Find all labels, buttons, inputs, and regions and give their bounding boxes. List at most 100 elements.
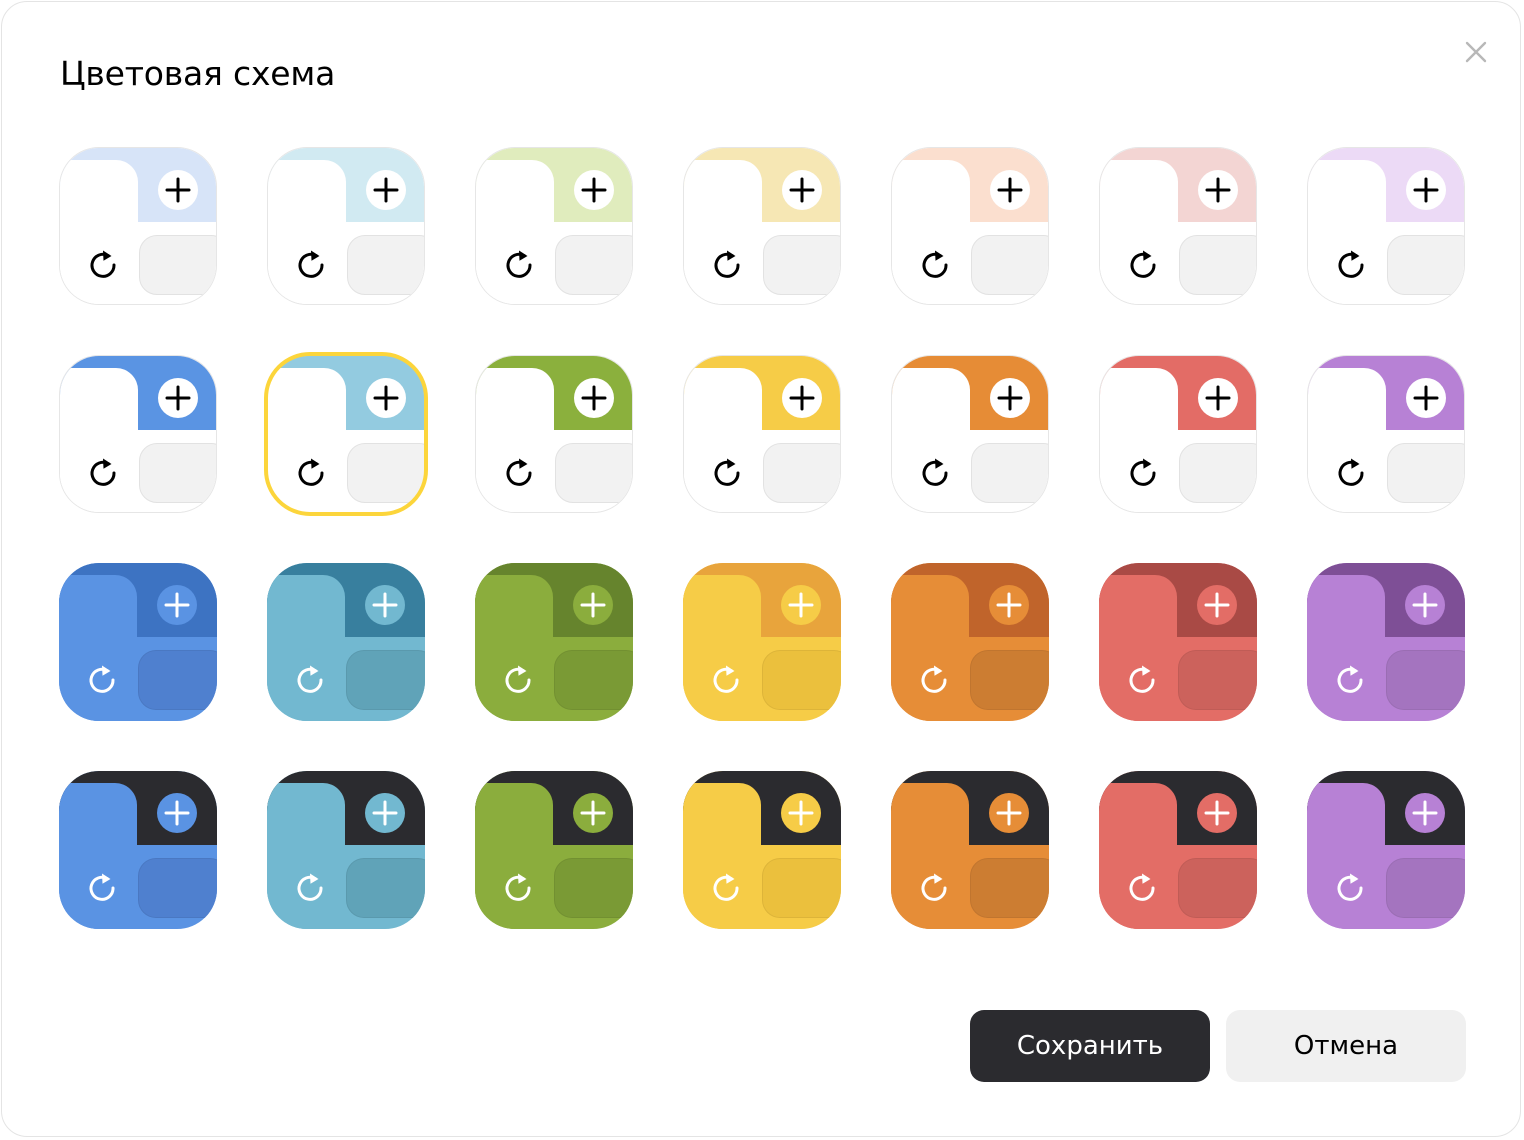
color-scheme-option-color-red[interactable] bbox=[1099, 563, 1257, 721]
plus-icon bbox=[574, 170, 614, 210]
refresh-icon bbox=[1333, 871, 1367, 905]
refresh-icon bbox=[501, 871, 535, 905]
color-scheme-option-pastel-orange[interactable] bbox=[891, 147, 1049, 305]
swatch-tile bbox=[970, 858, 1049, 918]
plus-icon bbox=[781, 585, 821, 625]
plus-icon bbox=[990, 170, 1030, 210]
swatch-tile bbox=[347, 443, 424, 503]
color-scheme-option-light-orange[interactable] bbox=[891, 355, 1049, 513]
color-scheme-option-dark-green[interactable] bbox=[475, 771, 633, 929]
color-scheme-option-dark-cyan[interactable] bbox=[267, 771, 425, 929]
refresh-icon bbox=[501, 663, 535, 697]
close-icon[interactable] bbox=[1460, 36, 1492, 68]
refresh-icon bbox=[502, 248, 536, 282]
plus-icon bbox=[1405, 585, 1445, 625]
color-scheme-option-color-yellow[interactable] bbox=[683, 563, 841, 721]
plus-icon bbox=[365, 793, 405, 833]
refresh-icon bbox=[293, 663, 327, 697]
plus-icon bbox=[782, 170, 822, 210]
refresh-icon bbox=[709, 663, 743, 697]
plus-icon bbox=[1405, 793, 1445, 833]
cancel-button[interactable]: Отмена bbox=[1226, 1010, 1466, 1082]
swatch-tile bbox=[763, 235, 840, 295]
swatch-main-area bbox=[1308, 160, 1386, 304]
swatch-main-area bbox=[683, 783, 761, 929]
color-scheme-option-dark-purple[interactable] bbox=[1307, 771, 1465, 929]
refresh-icon bbox=[85, 663, 119, 697]
swatch-main-area bbox=[1099, 783, 1177, 929]
plus-icon bbox=[1197, 793, 1237, 833]
swatch-main-area bbox=[1100, 160, 1178, 304]
color-scheme-option-dark-orange[interactable] bbox=[891, 771, 1049, 929]
swatch-main-area bbox=[60, 368, 138, 512]
refresh-icon bbox=[710, 456, 744, 490]
refresh-icon bbox=[918, 248, 952, 282]
refresh-icon bbox=[917, 663, 951, 697]
color-scheme-option-pastel-blue[interactable] bbox=[59, 147, 217, 305]
color-scheme-option-pastel-yellow[interactable] bbox=[683, 147, 841, 305]
color-scheme-option-light-blue[interactable] bbox=[59, 355, 217, 513]
swatch-tile bbox=[138, 650, 217, 710]
refresh-icon bbox=[918, 456, 952, 490]
color-scheme-option-pastel-cyan[interactable] bbox=[267, 147, 425, 305]
color-scheme-option-light-green[interactable] bbox=[475, 355, 633, 513]
swatch-tile bbox=[555, 235, 632, 295]
color-scheme-option-light-red[interactable] bbox=[1099, 355, 1257, 513]
plus-icon bbox=[782, 378, 822, 418]
swatch-tile bbox=[1387, 235, 1464, 295]
color-scheme-option-color-green[interactable] bbox=[475, 563, 633, 721]
color-scheme-option-dark-blue[interactable] bbox=[59, 771, 217, 929]
swatch-main-area bbox=[268, 160, 346, 304]
refresh-icon bbox=[710, 248, 744, 282]
swatch-main-area bbox=[267, 783, 345, 929]
swatch-tile bbox=[346, 858, 425, 918]
swatch-tile bbox=[346, 650, 425, 710]
refresh-icon bbox=[85, 871, 119, 905]
color-scheme-option-light-cyan[interactable] bbox=[267, 355, 425, 513]
swatch-tile bbox=[1387, 443, 1464, 503]
plus-icon bbox=[573, 793, 613, 833]
plus-icon bbox=[1198, 378, 1238, 418]
color-scheme-option-color-orange[interactable] bbox=[891, 563, 1049, 721]
refresh-icon bbox=[1334, 456, 1368, 490]
swatch-main-area bbox=[59, 575, 137, 721]
color-scheme-option-dark-red[interactable] bbox=[1099, 771, 1257, 929]
color-scheme-option-color-cyan[interactable] bbox=[267, 563, 425, 721]
swatch-main-area bbox=[60, 160, 138, 304]
swatch-main-area bbox=[476, 368, 554, 512]
swatch-main-area bbox=[268, 368, 346, 512]
refresh-icon bbox=[1126, 456, 1160, 490]
plus-icon bbox=[157, 585, 197, 625]
plus-icon bbox=[781, 793, 821, 833]
swatch-tile bbox=[1179, 235, 1256, 295]
swatch-tile bbox=[1386, 858, 1465, 918]
swatch-main-area bbox=[892, 368, 970, 512]
refresh-icon bbox=[1126, 248, 1160, 282]
plus-icon bbox=[574, 378, 614, 418]
refresh-icon bbox=[1125, 663, 1159, 697]
swatch-main-area bbox=[891, 575, 969, 721]
refresh-icon bbox=[1334, 248, 1368, 282]
swatch-tile bbox=[555, 443, 632, 503]
color-scheme-option-light-purple[interactable] bbox=[1307, 355, 1465, 513]
save-button[interactable]: Сохранить bbox=[970, 1010, 1210, 1082]
plus-icon bbox=[158, 378, 198, 418]
color-scheme-option-color-blue[interactable] bbox=[59, 563, 217, 721]
color-scheme-option-pastel-green[interactable] bbox=[475, 147, 633, 305]
color-scheme-option-pastel-red[interactable] bbox=[1099, 147, 1257, 305]
refresh-icon bbox=[709, 871, 743, 905]
swatch-main-area bbox=[1308, 368, 1386, 512]
swatch-tile bbox=[1178, 858, 1257, 918]
color-scheme-option-dark-yellow[interactable] bbox=[683, 771, 841, 929]
plus-icon bbox=[366, 170, 406, 210]
swatch-tile bbox=[971, 235, 1048, 295]
refresh-icon bbox=[86, 248, 120, 282]
swatch-tile bbox=[554, 650, 633, 710]
color-scheme-option-color-purple[interactable] bbox=[1307, 563, 1465, 721]
color-scheme-option-pastel-purple[interactable] bbox=[1307, 147, 1465, 305]
swatch-main-area bbox=[267, 575, 345, 721]
color-scheme-option-light-yellow[interactable] bbox=[683, 355, 841, 513]
refresh-icon bbox=[1333, 663, 1367, 697]
swatch-main-area bbox=[683, 575, 761, 721]
plus-icon bbox=[989, 585, 1029, 625]
